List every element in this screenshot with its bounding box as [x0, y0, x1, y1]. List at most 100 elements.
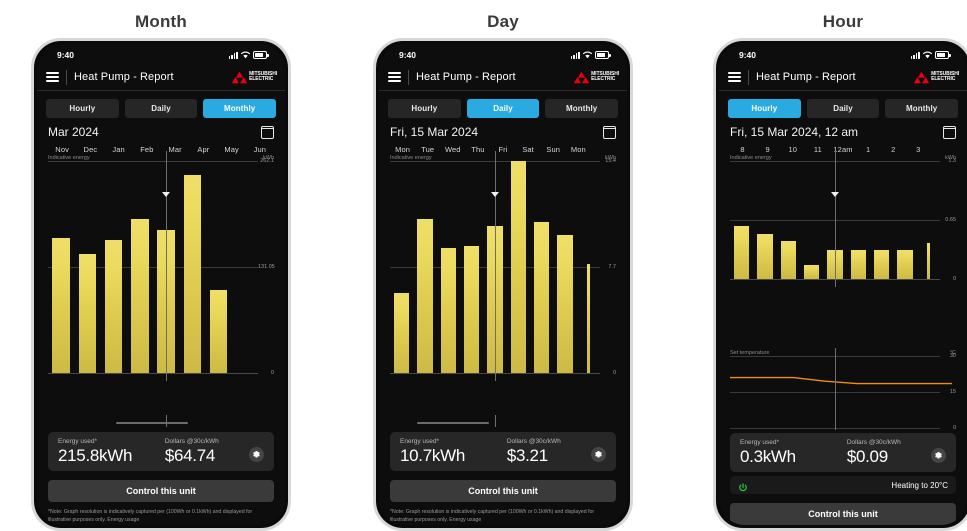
- bar[interactable]: [78, 254, 97, 373]
- bar[interactable]: [780, 240, 797, 279]
- status-time: 9:40: [739, 50, 757, 60]
- tab-monthly[interactable]: Monthly: [885, 99, 959, 118]
- date-label: Fri, 15 Mar 2024, 12 am: [730, 125, 859, 139]
- x-axis-tick: Mon: [395, 145, 410, 154]
- menu-icon[interactable]: [388, 72, 401, 82]
- tab-hourly[interactable]: Hourly: [46, 99, 119, 118]
- x-axis-tick: Jun: [253, 145, 267, 154]
- wifi-icon: [583, 51, 592, 59]
- bar[interactable]: [440, 247, 457, 373]
- bar[interactable]: [131, 219, 149, 373]
- tab-daily[interactable]: Daily: [124, 99, 198, 118]
- bar-cell: [48, 161, 74, 373]
- bar[interactable]: [873, 249, 890, 279]
- x-axis-tick: 11: [813, 145, 822, 154]
- calendar-icon[interactable]: [260, 125, 275, 139]
- panel-hour: Hour 9:40 Heat Pump - Report MITSUBISHI ELEC…: [682, 0, 967, 531]
- bar[interactable]: [393, 293, 410, 373]
- summary-card: Energy used* 10.7kWh Dollars @30c/kWh $3.21: [390, 432, 616, 472]
- chart-plot: 1.3 0.65 0: [730, 151, 956, 287]
- mitsubishi-logo: MITSUBISHI ELECTRIC: [231, 71, 277, 84]
- menu-icon[interactable]: [46, 72, 59, 82]
- phone-side-button: [373, 173, 375, 193]
- bar-cell: [390, 161, 413, 373]
- bar[interactable]: [510, 161, 526, 373]
- dollars-label: Dollars @30c/kWh: [164, 438, 219, 446]
- gear-icon[interactable]: [249, 447, 264, 463]
- bar[interactable]: [586, 264, 590, 373]
- cursor-marker: [831, 192, 839, 197]
- calendar-icon[interactable]: [942, 125, 957, 139]
- x-axis-tick: 3: [916, 145, 921, 154]
- unit-status-row: Heating to 20°C: [730, 476, 956, 494]
- tab-daily[interactable]: Daily: [466, 99, 540, 118]
- signal-icon: [910, 51, 920, 59]
- control-this-unit-button[interactable]: Control this unit: [730, 503, 956, 525]
- energy-used-block: Energy used* 10.7kWh: [400, 438, 497, 464]
- tab-bar: Hourly Daily Monthly: [719, 91, 967, 124]
- cursor-line: [835, 151, 836, 287]
- dollars-label: Dollars @30c/kWh: [506, 438, 561, 446]
- tab-daily[interactable]: Daily: [806, 99, 880, 118]
- x-axis-tick: 9: [765, 145, 770, 154]
- gear-icon[interactable]: [931, 448, 946, 463]
- bar[interactable]: [803, 265, 820, 279]
- bar[interactable]: [757, 233, 773, 279]
- x-axis-tick: Sun: [546, 145, 561, 154]
- phone-frame: 9:40 Heat Pump - Report MITSUBISHI ELECTRIC…: [373, 38, 633, 531]
- bar-cell: [753, 161, 776, 279]
- cursor-line: [166, 151, 168, 381]
- chart-scroll-area: [390, 415, 616, 428]
- gear-icon[interactable]: [591, 447, 606, 463]
- control-this-unit-button[interactable]: Control this unit: [48, 480, 274, 503]
- x-axis-labels: Mon Tue Wed Thu Fri Sat Sun Mon: [379, 139, 627, 154]
- chart-scrollbar[interactable]: [115, 422, 189, 424]
- dollars-value: $3.21: [506, 446, 548, 466]
- tab-hourly[interactable]: Hourly: [728, 99, 801, 118]
- bar[interactable]: [557, 235, 573, 373]
- power-icon[interactable]: [738, 480, 748, 492]
- bar[interactable]: [52, 237, 70, 373]
- control-this-unit-button[interactable]: Control this unit: [390, 480, 616, 503]
- x-axis-labels: Nov Dec Jan Feb Mar Apr May Jun: [37, 139, 285, 154]
- cursor-marker: [491, 192, 499, 197]
- bar[interactable]: [926, 242, 930, 279]
- x-axis-tick: 10: [788, 145, 798, 154]
- x-axis-labels: 8 9 10 11 12am 1 2 3: [719, 139, 967, 154]
- tab-monthly[interactable]: Monthly: [545, 99, 619, 118]
- x-axis-tick: Thu: [471, 145, 485, 154]
- bar[interactable]: [209, 289, 228, 373]
- chart-plot: 15.4 7.7 0: [390, 151, 616, 381]
- chart-scrollbar[interactable]: [417, 422, 490, 424]
- menu-icon[interactable]: [728, 72, 741, 82]
- bar[interactable]: [897, 249, 913, 279]
- bar[interactable]: [850, 249, 866, 279]
- calendar-icon[interactable]: [602, 125, 617, 139]
- status-time: 9:40: [399, 50, 417, 60]
- screenshot-root: Month 9:40 Heat Pump - Report MITSUBISHI ELE…: [0, 0, 967, 531]
- phone-frame: 9:40 Heat Pump - Report MITSUBISHI ELECTRIC…: [31, 38, 291, 531]
- usage-note: *Note: Graph resolution is indicatively …: [48, 509, 253, 524]
- bar[interactable]: [463, 246, 480, 373]
- temperature-line: [730, 376, 952, 385]
- energy-chart: Indicative energy kWh 15.4 7.7 0: [379, 151, 627, 419]
- x-axis-tick: [931, 145, 956, 154]
- dollars-block: Dollars @30c/kWh $3.21: [507, 438, 561, 464]
- bar-cell: [413, 161, 436, 373]
- bar[interactable]: [533, 221, 550, 373]
- dollars-block: Dollars @30c/kWh $0.09: [847, 439, 901, 465]
- energy-used-value: 10.7kWh: [400, 446, 465, 466]
- cursor-line: [835, 348, 836, 430]
- bar[interactable]: [183, 174, 202, 373]
- phone-side-button: [713, 209, 715, 243]
- x-axis-tick: Dec: [83, 145, 98, 154]
- bar[interactable]: [417, 218, 433, 373]
- bar[interactable]: [733, 226, 750, 279]
- phone-screen: 9:40 Heat Pump - Report MITSUBISHI ELECTRIC…: [379, 44, 627, 525]
- summary-card: Energy used* 215.8kWh Dollars @30c/kWh $64.…: [48, 432, 274, 472]
- bar[interactable]: [104, 240, 123, 373]
- tab-hourly[interactable]: Hourly: [388, 99, 461, 118]
- app-title: Heat Pump - Report: [416, 71, 516, 83]
- tab-monthly[interactable]: Monthly: [203, 99, 277, 118]
- bar-cell: [917, 161, 940, 279]
